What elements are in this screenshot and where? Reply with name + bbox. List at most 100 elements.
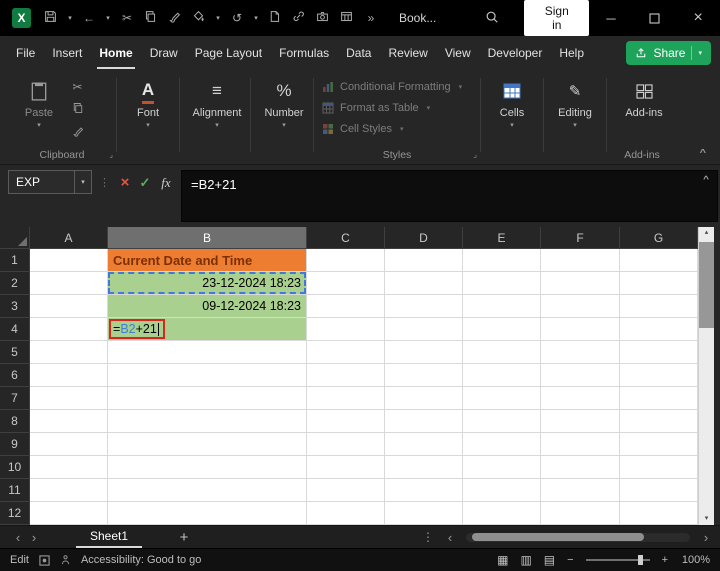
cell-B5[interactable] bbox=[108, 341, 307, 364]
cell-A11[interactable] bbox=[30, 479, 108, 502]
menu-tab-developer[interactable]: Developer bbox=[486, 37, 545, 69]
save-icon[interactable] bbox=[39, 10, 63, 26]
cell-E10[interactable] bbox=[463, 456, 541, 479]
column-header-F[interactable]: F bbox=[541, 227, 620, 249]
cell-C8[interactable] bbox=[307, 410, 385, 433]
cut-icon[interactable]: ✂ bbox=[115, 11, 139, 25]
paste-button[interactable]: Paste ▾ bbox=[16, 78, 62, 140]
confirm-entry-button[interactable]: ✓ bbox=[135, 175, 155, 191]
zoom-out-button[interactable]: − bbox=[567, 554, 573, 566]
undo-dropdown-icon[interactable]: ▾ bbox=[101, 14, 115, 22]
cell-E8[interactable] bbox=[463, 410, 541, 433]
cell-B10[interactable] bbox=[108, 456, 307, 479]
row-header-4[interactable]: 4 bbox=[0, 318, 30, 341]
menu-tab-help[interactable]: Help bbox=[557, 37, 586, 69]
cut-button-icon[interactable]: ✂ bbox=[70, 80, 85, 94]
cell-G8[interactable] bbox=[620, 410, 698, 433]
cell-C10[interactable] bbox=[307, 456, 385, 479]
cell-C2[interactable] bbox=[307, 272, 385, 295]
cell-B9[interactable] bbox=[108, 433, 307, 456]
cell-C5[interactable] bbox=[307, 341, 385, 364]
font-dropdown-icon[interactable]: ▾ bbox=[146, 121, 150, 129]
cell-B12[interactable] bbox=[108, 502, 307, 525]
styles-dialog-launcher-icon[interactable]: ⌟ bbox=[473, 150, 477, 159]
cell-B2[interactable]: 23-12-2024 18:23 bbox=[108, 272, 307, 295]
cell-B3[interactable]: 09-12-2024 18:23 bbox=[108, 295, 307, 318]
cell-F11[interactable] bbox=[541, 479, 620, 502]
cell-D11[interactable] bbox=[385, 479, 463, 502]
cell-D4[interactable] bbox=[385, 318, 463, 341]
cell-D5[interactable] bbox=[385, 341, 463, 364]
vertical-scrollbar[interactable]: ▴ ▾ bbox=[698, 227, 714, 525]
accessibility-status[interactable]: Accessibility: Good to go bbox=[81, 554, 201, 566]
fill-color-icon[interactable] bbox=[187, 10, 211, 26]
cell-G9[interactable] bbox=[620, 433, 698, 456]
menu-tab-file[interactable]: File bbox=[14, 37, 37, 69]
cell-E2[interactable] bbox=[463, 272, 541, 295]
cell-D12[interactable] bbox=[385, 502, 463, 525]
cell-G11[interactable] bbox=[620, 479, 698, 502]
cell-D1[interactable] bbox=[385, 249, 463, 272]
name-box-dropdown-icon[interactable]: ▾ bbox=[74, 171, 91, 193]
cell-B6[interactable] bbox=[108, 364, 307, 387]
row-header-8[interactable]: 8 bbox=[0, 410, 30, 433]
paste-dropdown-icon[interactable]: ▾ bbox=[37, 121, 41, 129]
share-button[interactable]: Share ▾ bbox=[626, 41, 711, 65]
cell-A9[interactable] bbox=[30, 433, 108, 456]
name-box[interactable]: EXP ▾ bbox=[8, 170, 92, 194]
cell-E9[interactable] bbox=[463, 433, 541, 456]
select-all-corner[interactable] bbox=[0, 227, 30, 249]
zoom-in-button[interactable]: + bbox=[662, 554, 668, 566]
cell-D8[interactable] bbox=[385, 410, 463, 433]
cell-A7[interactable] bbox=[30, 387, 108, 410]
zoom-slider-thumb[interactable] bbox=[637, 555, 643, 565]
alignment-dropdown-icon[interactable]: ▾ bbox=[215, 121, 219, 129]
format-as-table-button[interactable]: Format as Table ▾ bbox=[322, 100, 474, 116]
close-button[interactable]: × bbox=[676, 0, 720, 36]
camera-icon[interactable] bbox=[311, 10, 335, 26]
row-header-1[interactable]: 1 bbox=[0, 249, 30, 272]
conditional-formatting-button[interactable]: Conditional Formatting ▾ bbox=[322, 79, 474, 95]
menu-tab-draw[interactable]: Draw bbox=[148, 37, 180, 69]
redo-dropdown-icon[interactable]: ▾ bbox=[249, 14, 263, 22]
cell-F10[interactable] bbox=[541, 456, 620, 479]
editing-dropdown-icon[interactable]: ▾ bbox=[573, 121, 577, 129]
column-header-G[interactable]: G bbox=[620, 227, 698, 249]
cell-F6[interactable] bbox=[541, 364, 620, 387]
column-header-A[interactable]: A bbox=[30, 227, 108, 249]
cell-E11[interactable] bbox=[463, 479, 541, 502]
menu-tab-home[interactable]: Home bbox=[97, 37, 135, 69]
redo-icon[interactable]: ↺ bbox=[225, 11, 249, 25]
cell-A4[interactable] bbox=[30, 318, 108, 341]
sign-in-button[interactable]: Sign in bbox=[524, 0, 590, 36]
cell-F4[interactable] bbox=[541, 318, 620, 341]
autosave-dropdown-icon[interactable]: ▾ bbox=[63, 14, 77, 22]
format-painter-button-icon[interactable] bbox=[70, 125, 85, 140]
cell-E4[interactable] bbox=[463, 318, 541, 341]
format-painter-icon[interactable] bbox=[163, 10, 187, 26]
cell-D7[interactable] bbox=[385, 387, 463, 410]
cell-G4[interactable] bbox=[620, 318, 698, 341]
column-header-C[interactable]: C bbox=[307, 227, 385, 249]
view-page-layout-icon[interactable]: ▥ bbox=[520, 553, 531, 567]
cells-dropdown-icon[interactable]: ▾ bbox=[510, 121, 514, 129]
cell-C3[interactable] bbox=[307, 295, 385, 318]
qat-overflow-icon[interactable]: » bbox=[359, 11, 383, 25]
cell-B11[interactable] bbox=[108, 479, 307, 502]
menu-tab-insert[interactable]: Insert bbox=[50, 37, 84, 69]
cell-G6[interactable] bbox=[620, 364, 698, 387]
column-header-B[interactable]: B bbox=[108, 227, 307, 249]
cell-F2[interactable] bbox=[541, 272, 620, 295]
cell-E12[interactable] bbox=[463, 502, 541, 525]
row-header-6[interactable]: 6 bbox=[0, 364, 30, 387]
clipboard-dialog-launcher-icon[interactable]: ⌟ bbox=[109, 150, 113, 159]
cell-G5[interactable] bbox=[620, 341, 698, 364]
cell-G1[interactable] bbox=[620, 249, 698, 272]
cell-E5[interactable] bbox=[463, 341, 541, 364]
scroll-up-icon[interactable]: ▴ bbox=[705, 227, 709, 239]
menu-tab-data[interactable]: Data bbox=[344, 37, 373, 69]
cell-A3[interactable] bbox=[30, 295, 108, 318]
cell-E7[interactable] bbox=[463, 387, 541, 410]
table-icon[interactable] bbox=[335, 10, 359, 26]
cancel-entry-button[interactable]: × bbox=[115, 174, 135, 191]
